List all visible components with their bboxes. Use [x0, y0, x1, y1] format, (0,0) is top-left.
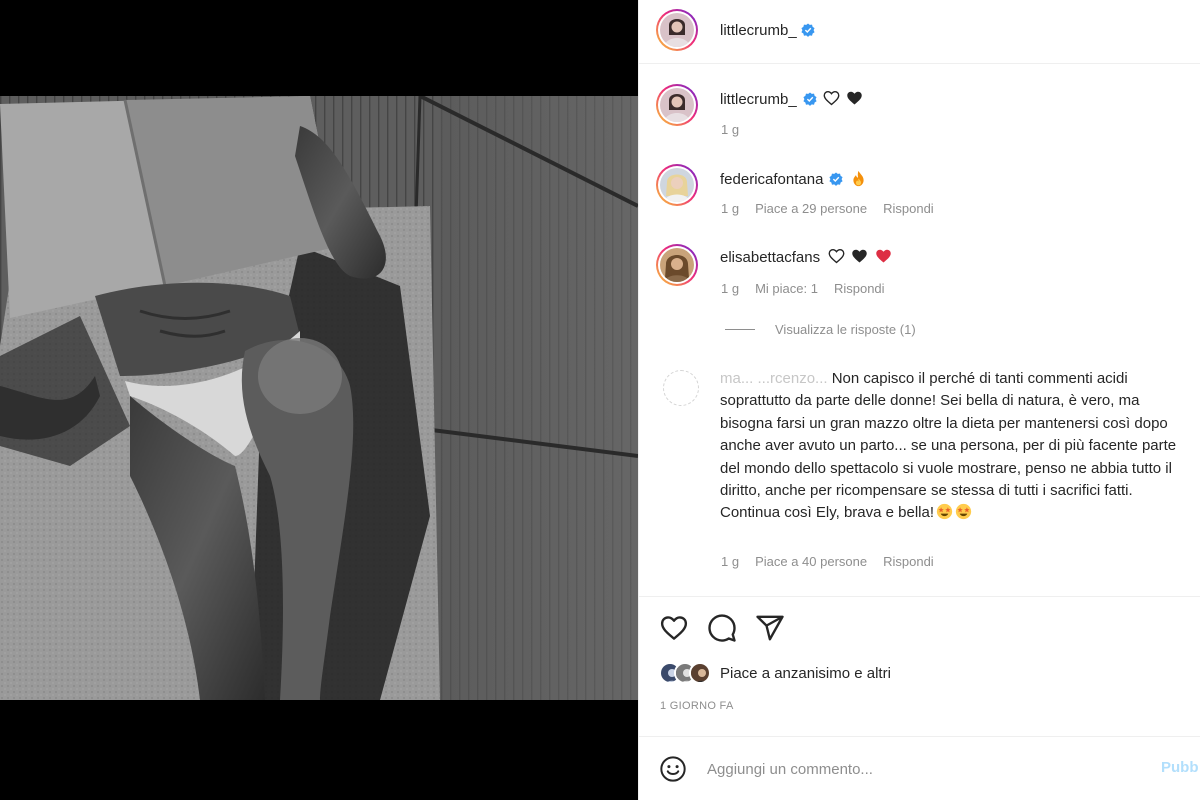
white-heart-icon [823, 91, 840, 106]
caption-username[interactable]: littlecrumb_ [720, 91, 797, 108]
view-replies-rule [725, 329, 755, 330]
verified-badge-icon [829, 172, 843, 186]
post-timestamp[interactable]: 1 GIORNO FA [660, 700, 734, 712]
comment-avatar[interactable] [656, 244, 698, 286]
verified-badge-icon [803, 92, 817, 106]
fire-icon [852, 170, 864, 187]
black-heart-icon [852, 249, 868, 263]
view-replies-label: Visualizza le risposte (1) [775, 322, 916, 337]
author-username-text[interactable]: littlecrumb_ [720, 22, 797, 39]
comment-meta: 1 g Mi piace: 1 Rispondi [721, 281, 885, 296]
likes-summary[interactable]: Piace a anzanisimo e altri [659, 662, 891, 684]
reply-button[interactable]: Rispondi [883, 554, 934, 569]
white-heart-icon [828, 249, 845, 264]
red-heart-icon [875, 249, 891, 263]
caption-time[interactable]: 1 g [721, 122, 739, 137]
long-comment-text: Non capisco il perché di tanti commenti … [720, 370, 1177, 522]
share-icon[interactable] [755, 613, 785, 643]
comment-line: federicafontana [720, 169, 867, 191]
heart-outline-icon[interactable] [659, 613, 689, 643]
reply-button[interactable]: Rispondi [883, 201, 934, 216]
comment-time[interactable]: 1 g [721, 554, 739, 569]
photo-illustration [0, 96, 638, 700]
caption-line: littlecrumb_ [720, 89, 863, 111]
comment-username[interactable]: elisabettacfans [720, 249, 820, 266]
post-photo[interactable] [0, 96, 638, 700]
comment-meta: 1 g Piace a 40 persone Rispondi [721, 554, 934, 569]
post-header: littlecrumb_ [639, 0, 1200, 64]
view-replies-button[interactable]: Visualizza le risposte (1) [725, 322, 916, 337]
caption-meta: 1 g [721, 122, 739, 137]
comment-icon[interactable] [707, 613, 737, 643]
author-avatar[interactable] [656, 9, 698, 51]
comment-meta: 1 g Piace a 29 persone Rispondi [721, 201, 934, 216]
comment-avatar[interactable] [656, 164, 698, 206]
liker-avatar [689, 662, 711, 684]
long-comment-body: ma... ...rcenzo... Non capisco il perché… [720, 368, 1190, 525]
comment-username-blurred[interactable]: ma... ...rcenzo... [720, 370, 828, 387]
comment-likes-link[interactable]: Piace a 29 persone [755, 201, 867, 216]
author-username[interactable]: littlecrumb_ [720, 22, 815, 39]
reply-button[interactable]: Rispondi [834, 281, 885, 296]
comment-avatar-placeholder[interactable] [663, 370, 699, 406]
comment-time[interactable]: 1 g [721, 201, 739, 216]
comment-username[interactable]: federicafontana [720, 171, 823, 188]
comment-input[interactable] [707, 757, 1147, 781]
media-pane [0, 0, 638, 800]
comment-likes-link[interactable]: Mi piace: 1 [755, 281, 818, 296]
comment-time[interactable]: 1 g [721, 281, 739, 296]
likes-text: Piace a anzanisimo e altri [720, 664, 891, 682]
action-bar [639, 596, 1200, 656]
add-comment-bar: Pubb [639, 736, 1200, 800]
emoji-picker-icon[interactable] [659, 755, 687, 783]
comment-likes-link[interactable]: Piace a 40 persone [755, 554, 867, 569]
caption-avatar[interactable] [656, 84, 698, 126]
post-details-pane: littlecrumb_ littlecrumb_ 1 g federicafo… [638, 0, 1200, 800]
verified-badge-icon [801, 23, 815, 37]
publish-button[interactable]: Pubb [1161, 759, 1199, 776]
comment-line: elisabettacfans [720, 247, 892, 269]
black-heart-icon [847, 91, 862, 105]
star-struck-icon [936, 504, 953, 520]
star-struck-icon [955, 504, 972, 520]
